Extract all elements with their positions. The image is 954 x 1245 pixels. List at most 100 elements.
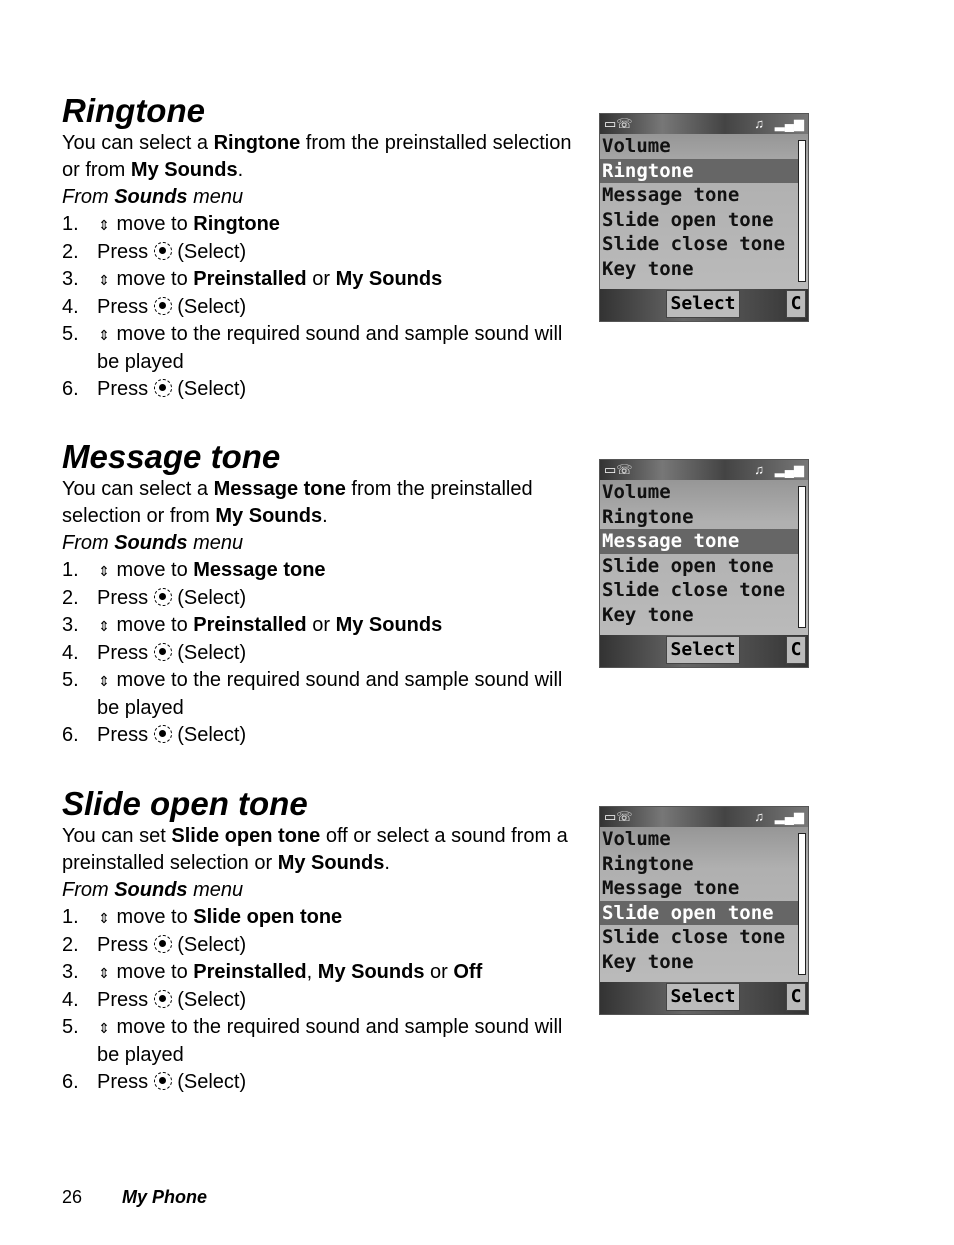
text: , [306,961,318,983]
menu-item[interactable]: Ringtone [600,505,808,530]
clear-softkey[interactable]: C [786,983,806,1011]
text: (Select) [171,934,247,956]
menu-item[interactable]: Ringtone [600,852,808,877]
status-bar: ▭☏ ♫ ▂▄▆ [600,114,808,134]
menu-item[interactable]: Message tone [600,183,808,208]
bold-term: Sounds [114,879,188,901]
text: (Select) [171,378,247,400]
nav-key-icon: ⇕ [98,327,110,343]
nav-key-icon: ⇕ [98,673,110,689]
bold-term: Preinstalled [193,268,307,290]
text: . [384,852,390,874]
nav-key-icon: ⇕ [98,965,110,981]
menu-item[interactable]: Slide close tone [600,925,808,950]
bold-term: Preinstalled [193,961,307,983]
clear-softkey[interactable]: C [786,636,806,664]
text: (Select) [171,642,247,664]
text: move to [111,213,194,235]
text: From [62,532,115,554]
step-item: 1. ⇕ move to Slide open tone [62,904,582,932]
text: Press [97,296,154,318]
step-number: 5. [62,669,79,691]
intro-text: You can set Slide open tone off or selec… [62,823,582,877]
nav-key-icon: ⇕ [98,272,110,288]
clear-softkey[interactable]: C [786,290,806,318]
text: or [424,961,454,983]
text: (Select) [171,724,247,746]
step-number: 1. [62,559,79,581]
text: Press [97,989,154,1011]
step-number: 3. [62,614,79,636]
bold-term: Slide open tone [193,906,343,928]
menu-item[interactable]: Slide open tone [600,554,808,579]
menu-item[interactable]: Slide close tone [600,578,808,603]
menu-item[interactable]: Slide close tone [600,232,808,257]
text: You can set [62,825,172,847]
section-0: Ringtone You can select a Ringtone from t… [62,92,582,403]
step-number: 6. [62,724,79,746]
menu-item[interactable]: Key tone [600,603,808,628]
step-number: 5. [62,323,79,345]
select-softkey[interactable]: Select [666,636,740,664]
bold-term: Ringtone [193,213,280,235]
menu-item[interactable]: Key tone [600,950,808,975]
menu-item[interactable]: Message tone [600,876,808,901]
text: move to [111,268,194,290]
select-key-icon [153,643,172,661]
scrollbar[interactable] [798,833,806,975]
menu-item[interactable]: Ringtone [600,158,798,183]
text: move to the required sound and sample so… [97,669,563,719]
text: (Select) [171,989,247,1011]
softkey-bar: Select C [600,982,808,1014]
bold-term: My Sounds [277,852,385,874]
menu-item[interactable]: Volume [600,134,808,159]
step-item: 3. ⇕ move to Preinstalled, My Sounds or O… [62,959,582,987]
step-item: 3. ⇕ move to Preinstalled or My Sounds [62,612,582,640]
step-number: 1. [62,213,79,235]
menu-item[interactable]: Volume [600,827,808,852]
section-title: Slide open tone [62,785,308,822]
step-number: 6. [62,1071,79,1093]
nav-key-icon: ⇕ [98,618,110,634]
text: . [322,505,328,527]
text: (Select) [171,296,247,318]
scrollbar[interactable] [798,486,806,628]
select-softkey[interactable]: Select [666,983,740,1011]
menu-item[interactable]: Key tone [600,257,808,282]
step-item: 6. Press (Select) [62,376,582,403]
signal-icon: ♫ ▂▄▆ [754,462,804,477]
text: Press [97,642,154,664]
bold-term: My Sounds [335,614,443,636]
menu-item[interactable]: Message tone [600,529,798,554]
step-item: 3. ⇕ move to Preinstalled or My Sounds [62,266,582,294]
menu-item[interactable]: Slide open tone [600,900,798,925]
text: menu [187,532,244,554]
intro-text: You can select a Ringtone from the prein… [62,130,582,184]
menu-item[interactable]: Slide open tone [600,208,808,233]
step-item: 5. ⇕ move to the required sound and sampl… [62,321,582,376]
step-number: 2. [62,934,79,956]
select-key-icon [153,588,172,606]
steps-list: 1. ⇕ move to Ringtone 2. Press (Select) 3. ⇕ … [62,211,582,403]
step-item: 1. ⇕ move to Ringtone [62,211,582,239]
bold-term: My Sounds [215,505,323,527]
steps-list: 1. ⇕ move to Slide open tone 2. Press (Sele… [62,904,582,1096]
step-number: 4. [62,296,79,318]
section-1: Message tone You can select a Message ton… [62,438,582,749]
phone-screen: ▭☏ ♫ ▂▄▆ Volume Ringtone Message tone Slide o… [599,806,809,1015]
section-2: Slide open tone You can set Slide open to… [62,785,582,1096]
text: menu [187,879,244,901]
intro-text: You can select a Message tone from the p… [62,476,582,530]
text: Press [97,724,154,746]
text: From [62,879,115,901]
step-item: 4. Press (Select) [62,294,582,321]
text: or [306,614,336,636]
step-item: 2. Press (Select) [62,585,582,612]
text: (Select) [171,587,247,609]
menu-path: From Sounds menu [62,530,582,557]
menu-item[interactable]: Volume [600,480,808,505]
scrollbar[interactable] [798,140,806,282]
select-softkey[interactable]: Select [666,290,740,318]
step-item: 6. Press (Select) [62,1069,582,1096]
bold-term: Ringtone [213,132,301,154]
